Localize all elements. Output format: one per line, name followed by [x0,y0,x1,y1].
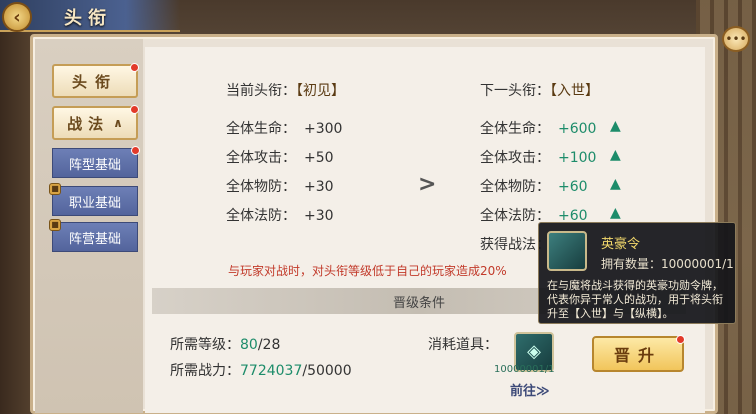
chevron-up-icon: ∧ [113,116,123,130]
warning-text: 与玩家对战时，对头衔等级低于自己的玩家造成20% [228,264,507,278]
lock-icon: ■ [49,183,61,195]
subtab-class[interactable]: ■ 职业基础 [49,183,138,216]
tooltip-item-name: 英豪令 [601,237,641,252]
double-chevron-icon: ≫ [536,384,550,399]
tab-title-label: 头衔 [71,72,118,91]
next-stat-hp: 全体生命： +600 [480,121,597,137]
notification-dot [676,335,685,344]
next-stat-pdef: 全体物防： +60 [480,179,588,195]
next-stat-atk: 全体攻击： +100 [480,150,597,166]
current-stat-hp: 全体生命： +300 [226,121,343,137]
required-power: 所需战力：7724037/50000 [170,363,352,379]
increase-arrow-icon: ▲ [610,176,621,192]
required-level: 所需等级：80/28 [170,337,281,353]
tab-tactics-label: 战法 [67,114,110,133]
token-icon [547,231,587,271]
tooltip-item-count: 拥有数量：10000001/1 [601,257,734,271]
next-title-value: 【入世】 [550,83,599,99]
chat-button[interactable]: ••• [722,26,750,52]
back-arrow-icon: ‹ [13,6,21,28]
page-title: 头衔 [64,8,112,29]
next-title-heading: 下一头衔：【入世】 [480,83,599,99]
subtab-class-label: 职业基础 [68,195,121,211]
current-title-value: 【初见】 [296,83,345,99]
current-stat-mdef: 全体法防： +30 [226,208,334,224]
consume-label: 消耗道具： [428,337,498,353]
title-bar: ‹ 头衔 [0,0,180,32]
tooltip-description: 在与魔将战斗获得的英豪功勋令牌，代表你异于常人的战功，用于将头衔升至【入世】与【… [547,279,723,320]
current-stat-atk: 全体攻击： +50 [226,150,334,166]
chat-bubble-icon: ••• [725,32,747,46]
compare-arrow-icon: > [418,172,437,197]
item-count: 10000001/1 [494,364,555,375]
notification-dot [130,63,139,72]
subtab-faction-label: 阵营基础 [68,231,121,247]
subtab-formation[interactable]: 阵型基础 [52,146,140,178]
back-button[interactable]: ‹ [2,2,32,32]
subtab-faction[interactable]: ■ 阵营基础 [49,219,138,252]
subtab-formation-label: 阵型基础 [68,157,121,173]
increase-arrow-icon: ▲ [610,147,621,163]
increase-arrow-icon: ▲ [610,205,621,221]
current-title-heading: 当前头衔：【初见】 [226,83,345,99]
increase-arrow-icon: ▲ [610,118,621,134]
notification-dot [131,146,140,155]
goto-link[interactable]: 前往≫ [510,380,550,399]
tab-title[interactable]: 头衔 [52,63,139,98]
lock-icon: ■ [49,219,61,231]
notification-dot [130,105,139,114]
item-tooltip: 英豪令 拥有数量：10000001/1 在与魔将战斗获得的英豪功勋令牌，代表你异… [538,222,736,324]
upgrade-button[interactable]: 晋升 [592,335,685,372]
conditions-heading: 晋级条件 [392,295,445,311]
current-stat-pdef: 全体物防： +30 [226,179,334,195]
tab-tactics[interactable]: 战法 ∧ [52,105,139,140]
